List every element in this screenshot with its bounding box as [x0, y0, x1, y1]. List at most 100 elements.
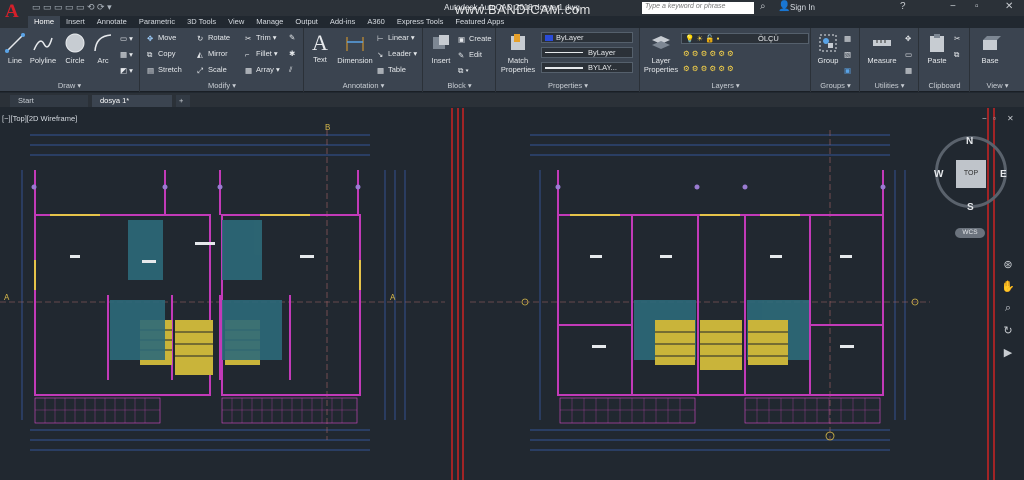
lineweight-dropdown[interactable]: BYLAY... [541, 62, 633, 73]
viewport-label[interactable]: [−][Top][2D Wireframe] [2, 114, 77, 123]
draw-panel-title[interactable]: Draw ▾ [0, 81, 139, 90]
paste-button[interactable]: Paste [924, 32, 950, 65]
table-button[interactable]: ▦ Table [377, 65, 406, 75]
tab-annotate[interactable]: Annotate [91, 16, 133, 28]
properties-panel-title[interactable]: Properties ▾ [497, 81, 639, 90]
tab-manage[interactable]: Manage [250, 16, 289, 28]
help-icon[interactable]: ? [900, 1, 906, 12]
viewcube-south[interactable]: S [967, 202, 974, 213]
clipboard-panel-title[interactable]: Clipboard [920, 81, 969, 90]
color-dropdown[interactable]: ByLayer [541, 32, 633, 43]
user-icon[interactable]: 👤 [778, 1, 790, 12]
trim-button[interactable]: ✂ Trim ▾ [245, 33, 277, 43]
linetype-dropdown[interactable]: ByLayer [541, 47, 633, 58]
tab-dosya-1[interactable]: dosya 1* [92, 95, 172, 107]
ungroup-icon[interactable]: ▦ [844, 34, 851, 43]
array-button[interactable]: ▦ Array ▾ [245, 65, 280, 75]
viewcube-top-face[interactable]: TOP [956, 160, 986, 188]
groups-panel-title[interactable]: Groups ▾ [812, 81, 859, 90]
search-icon[interactable]: ⌕ [760, 1, 766, 12]
scale-button[interactable]: ⤢ Scale [197, 65, 227, 75]
rotate-button[interactable]: ↻ Rotate [197, 33, 230, 43]
close-button[interactable]: ✕ [1005, 1, 1013, 12]
cut-icon[interactable]: ✂ [954, 34, 960, 43]
tab-view[interactable]: View [222, 16, 250, 28]
viewport-close-icon[interactable]: ✕ [1007, 114, 1014, 123]
layer-properties-button[interactable]: Layer Properties [643, 32, 679, 74]
mirror-button[interactable]: ◭ Mirror [197, 49, 228, 59]
viewport-restore-icon[interactable]: ▫ [993, 114, 996, 123]
group-edit-icon[interactable]: ▧ [844, 50, 851, 59]
edit-block-button[interactable]: ✎ Edit [458, 50, 482, 60]
select-all-icon[interactable]: ▭ [905, 50, 912, 59]
tab-featured-apps[interactable]: Featured Apps [449, 16, 510, 28]
copy-button[interactable]: ⧉ Copy [147, 49, 176, 59]
layers-panel-title[interactable]: Layers ▾ [641, 81, 810, 90]
orbit-icon[interactable]: ↻ [997, 324, 1019, 346]
zoom-extents-icon[interactable]: ⌕ [997, 302, 1019, 324]
group-button[interactable]: Group [816, 32, 840, 65]
tab-parametric[interactable]: Parametric [133, 16, 181, 28]
autocad-logo-icon[interactable]: A [0, 0, 28, 28]
block-panel-title[interactable]: Block ▾ [424, 81, 495, 90]
stretch-button[interactable]: ▤ Stretch [147, 65, 182, 76]
calculator-icon[interactable]: ▦ [905, 66, 912, 75]
view-panel-title[interactable]: View ▾ [971, 81, 1024, 90]
layer-dropdown[interactable]: 💡 ☀ 🔓 ▪ ÖLÇÜ [681, 33, 809, 44]
base-button[interactable]: Base [977, 32, 1003, 65]
linear-button[interactable]: ⊢ Linear ▾ [377, 33, 415, 43]
offset-icon[interactable]: ⫽ [289, 65, 292, 75]
tab-output[interactable]: Output [289, 16, 324, 28]
insert-button[interactable]: Insert [428, 32, 454, 65]
new-tab-button[interactable]: + [176, 95, 190, 107]
tab-insert[interactable]: Insert [60, 16, 91, 28]
layer-tools-row2[interactable]: ⚙ ⚙ ⚙ ⚙ ⚙ ⚙ [683, 64, 734, 73]
modify-panel-title[interactable]: Modify ▾ [141, 81, 303, 90]
polyline-button[interactable]: Polyline [28, 32, 58, 65]
measure-button[interactable]: Measure [865, 32, 899, 65]
tab-express-tools[interactable]: Express Tools [391, 16, 450, 28]
explode-icon[interactable]: ✱ [289, 49, 295, 58]
circle-button[interactable]: Circle [62, 32, 88, 65]
tab-start[interactable]: Start [10, 95, 88, 107]
move-button[interactable]: ✥ Move [147, 33, 176, 43]
create-block-button[interactable]: ▣ Create [458, 34, 492, 44]
tab-home[interactable]: Home [28, 16, 61, 28]
wcs-dropdown[interactable]: WCS [955, 228, 985, 238]
block-attributes-icon[interactable]: ⧉ ▾ [458, 66, 469, 76]
tab-add-ins[interactable]: Add-ins [324, 16, 361, 28]
tab-3d-tools[interactable]: 3D Tools [181, 16, 222, 28]
maximize-button[interactable]: ▫ [975, 1, 979, 12]
text-button[interactable]: A Text [309, 31, 331, 65]
steering-wheel-icon[interactable]: ⊛ [997, 258, 1019, 280]
sign-in-button[interactable]: Sign In [790, 3, 815, 12]
quick-select-icon[interactable]: ✥ [905, 34, 911, 43]
group-select-icon[interactable]: ▣ [844, 66, 851, 75]
leader-button[interactable]: ↘ Leader ▾ [377, 49, 417, 59]
viewcube-north[interactable]: N [966, 136, 973, 147]
line-button[interactable]: Line [4, 32, 26, 65]
showmotion-icon[interactable]: ▶ [997, 346, 1019, 368]
erase-icon[interactable]: ✎ [289, 33, 295, 42]
drawing-viewport[interactable]: A A B [−][Top][2D Wireframe] − ▫ ✕ TOP N… [0, 108, 1024, 480]
viewport-minimize-icon[interactable]: − [982, 114, 987, 123]
utilities-panel-title[interactable]: Utilities ▾ [861, 81, 918, 90]
dimension-button[interactable]: Dimension [335, 32, 375, 65]
hatch-icon[interactable]: ▦ ▾ [120, 50, 133, 59]
rectangle-icon[interactable]: ▭ ▾ [120, 34, 133, 43]
stretch-icon: ▤ [147, 66, 155, 76]
annotation-panel-title[interactable]: Annotation ▾ [305, 81, 422, 90]
pan-icon[interactable]: ✋ [997, 280, 1019, 302]
search-input[interactable]: Type a keyword or phrase [642, 2, 754, 14]
gradient-icon[interactable]: ◩ ▾ [120, 66, 133, 75]
tab-a360[interactable]: A360 [361, 16, 391, 28]
layer-tools-row1[interactable]: ⚙ ⚙ ⚙ ⚙ ⚙ ⚙ [683, 49, 734, 58]
paste-icon [930, 34, 944, 52]
minimize-button[interactable]: − [950, 1, 956, 12]
fillet-button[interactable]: ⌐ Fillet ▾ [245, 49, 278, 59]
viewcube-west[interactable]: W [934, 169, 943, 180]
viewcube-east[interactable]: E [1000, 169, 1007, 180]
match-properties-button[interactable]: Match Properties [499, 32, 537, 74]
copy-clip-icon[interactable]: ⧉ [954, 50, 959, 60]
arc-button[interactable]: Arc [92, 32, 114, 65]
